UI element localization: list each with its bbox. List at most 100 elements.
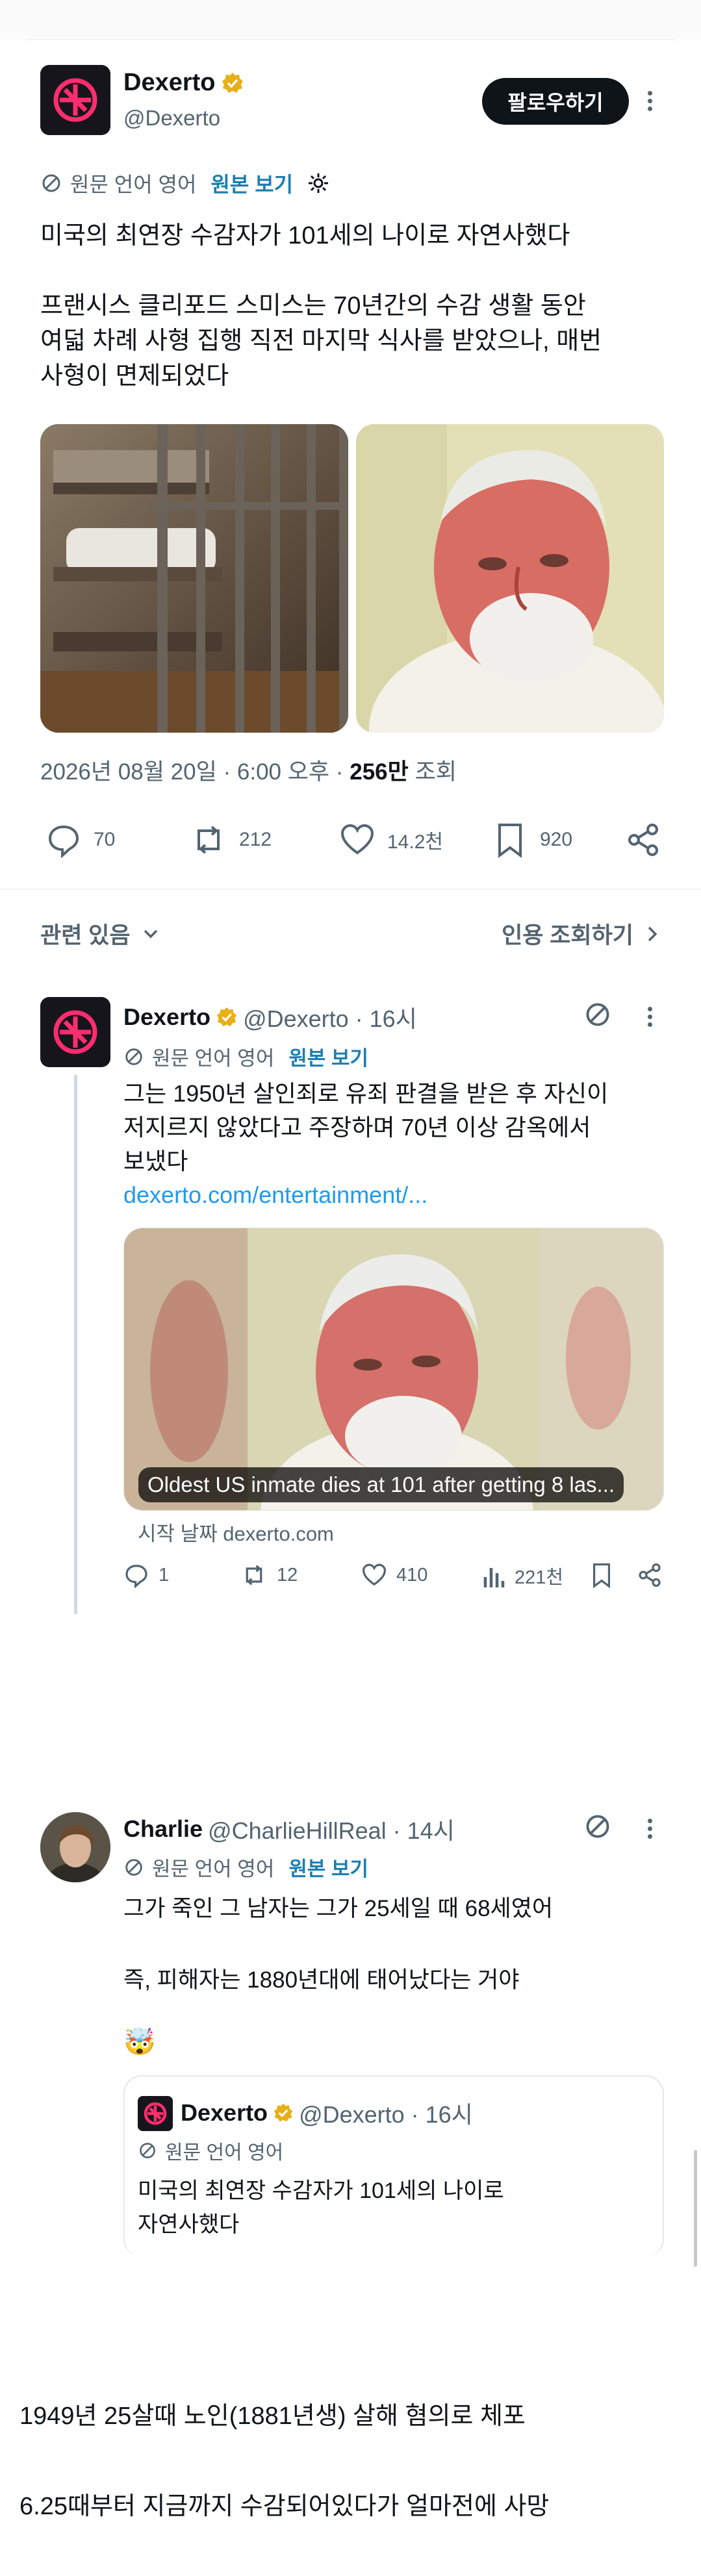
top-strip <box>0 0 701 39</box>
translation-note: 원문 언어 영어 <box>152 1047 275 1070</box>
related-dropdown[interactable]: 관련 있음 <box>40 917 160 950</box>
scrollbar-thumb[interactable] <box>694 2150 697 2267</box>
prison-cell-photo[interactable] <box>40 424 348 733</box>
retweet-count: 12 <box>277 1564 298 1585</box>
tweet-timestamp[interactable]: 2026년 08월 20일 · 6:00 오후 <box>40 759 329 785</box>
author-name[interactable]: Dexerto <box>123 69 216 97</box>
retweet-icon <box>198 826 220 854</box>
retweet-count: 212 <box>239 829 272 850</box>
dexerto-logo-icon <box>40 65 110 135</box>
quoted-handle-time: @Dexerto · 16시 <box>299 2101 473 2128</box>
show-original-link[interactable]: 원본 보기 <box>288 1852 368 1882</box>
quoted-tweet-card[interactable]: Dexerto @Dexerto · 16시 원문 언어 영어 미국의 최연장 … <box>123 2075 664 2257</box>
link-card-source[interactable]: 시작 날짜 dexerto.com <box>138 1517 334 1547</box>
retweet-button[interactable]: 212 <box>190 822 272 858</box>
translate-icon <box>125 1048 142 1065</box>
thread-line <box>74 1075 77 1614</box>
like-button[interactable]: 14.2천 <box>339 822 443 858</box>
inmate-portrait-image <box>356 424 664 733</box>
reply1-header: Dexerto @Dexerto · 16시 <box>123 1000 417 1034</box>
author-handle[interactable]: @Dexerto <box>123 106 220 131</box>
tweet-text-line: 여덟 차례 사형 집행 직전 마지막 식사를 받았으나, 매번 <box>40 327 602 355</box>
inmate-portrait-photo[interactable] <box>356 424 664 733</box>
reply2-text-line: 즉, 피해자는 1880년대에 태어났다는 거야 <box>123 1967 520 1993</box>
verified-badge-icon <box>216 1007 237 1027</box>
reply1-text: 그는 1950년 살인죄로 유죄 판결을 받은 후 자신이 저지르지 않았다고 … <box>123 1077 669 1212</box>
more-options-icon[interactable] <box>640 88 659 114</box>
quoted-author: Dexerto <box>181 2099 268 2126</box>
charlie-avatar-image <box>40 1812 110 1882</box>
dexerto-avatar[interactable] <box>40 65 110 135</box>
tweet-text: 미국의 최연장 수감자가 101세의 나이로 자연사했다 프랜시스 클리포드 스… <box>40 218 664 394</box>
like-button[interactable]: 410 <box>361 1562 427 1588</box>
quoted-header: Dexerto @Dexerto · 16시 <box>181 2096 473 2130</box>
dexerto-logo-icon <box>40 997 110 1067</box>
timestamp-line: 2026년 08월 20일 · 6:00 오후 · 256만 조회 <box>40 759 457 785</box>
views-label: 조회 <box>414 759 457 785</box>
quoted-text-line: 자연사했다 <box>138 2212 240 2237</box>
heart-icon <box>340 824 374 855</box>
reply-count: 70 <box>94 829 116 850</box>
retweet-icon <box>246 1565 262 1585</box>
translation-bar: 원문 언어 영어 원본 보기 <box>40 170 331 196</box>
translate-icon <box>42 174 60 192</box>
views-count: 221천 <box>515 1567 564 1588</box>
heart-icon <box>362 1563 387 1586</box>
share-icon[interactable] <box>637 1562 663 1588</box>
charlie-avatar[interactable] <box>40 1812 110 1882</box>
caption-line: 1949년 25살때 노인(1881년생) 살해 혐의로 체포 <box>19 2403 526 2430</box>
prison-cell-image <box>40 424 348 733</box>
translate-icon <box>140 2143 155 2158</box>
reply1-handle-time[interactable]: @Dexerto · 16시 <box>243 1000 417 1034</box>
caption-line: 6.25때부터 지금까지 수감되어있다가 얼마전에 사망 <box>19 2493 550 2520</box>
grok-icon[interactable] <box>583 1000 612 1029</box>
share-icon <box>628 824 658 856</box>
reply1-article-link[interactable]: dexerto.com/entertainment/... <box>123 1178 669 1212</box>
related-label: 관련 있음 <box>40 923 131 948</box>
reply2-author[interactable]: Charlie <box>123 1815 203 1843</box>
reply1-more-icon[interactable] <box>640 1004 659 1030</box>
translation-note: 원문 언어 영어 <box>70 173 197 196</box>
dexerto-logo-icon <box>138 2096 173 2131</box>
grok-icon[interactable] <box>583 1812 612 1841</box>
view-quotes-link[interactable]: 인용 조회하기 <box>502 917 661 950</box>
reply2-more-icon[interactable] <box>640 1815 659 1842</box>
reply2-translation-bar: 원문 언어 영어 원본 보기 <box>123 1852 368 1882</box>
link-card-caption: Oldest US inmate dies at 101 after getti… <box>138 1467 624 1502</box>
quoted-text: 미국의 최연장 수감자가 101세의 나이로 자연사했다 <box>138 2174 504 2241</box>
share-button[interactable] <box>625 822 661 858</box>
reply1-text-line: 그는 1950년 살인죄로 유죄 판결을 받은 후 자신이 <box>123 1080 609 1107</box>
show-original-link[interactable]: 원본 보기 <box>288 1042 368 1071</box>
reply1-author[interactable]: Dexerto <box>123 1004 210 1031</box>
verified-badge-icon <box>222 72 243 93</box>
views-button[interactable]: 221천 <box>482 1562 563 1589</box>
quoted-avatar <box>138 2096 173 2131</box>
bookmark-icon <box>498 824 522 858</box>
tweet-action-bar: 70 212 14.2천 920 <box>40 822 664 861</box>
reply-button[interactable]: 1 <box>123 1562 169 1588</box>
reply-icon <box>48 825 79 858</box>
translation-note: 원문 언어 영어 <box>152 1858 275 1880</box>
view-quotes-label: 인용 조회하기 <box>502 923 633 948</box>
translation-note: 원문 언어 영어 <box>165 2142 284 2164</box>
link-preview-card[interactable]: Oldest US inmate dies at 101 after getti… <box>123 1228 664 1511</box>
reply-button[interactable]: 70 <box>45 822 115 858</box>
show-original-link[interactable]: 원본 보기 <box>210 168 293 198</box>
tweet-text-line: 프랜시스 클리포드 스미스는 70년간의 수감 생활 동안 <box>40 292 586 320</box>
top-divider <box>26 39 676 40</box>
author-line: Dexerto <box>123 69 244 97</box>
bookmark-icon[interactable] <box>589 1562 615 1588</box>
follow-button[interactable]: 팔로우하기 <box>482 78 629 125</box>
retweet-button[interactable]: 12 <box>240 1562 298 1588</box>
bookmark-button[interactable]: 920 <box>492 822 572 858</box>
verified-badge-icon <box>274 2103 293 2122</box>
settings-gear-icon[interactable] <box>306 171 331 196</box>
like-count: 14.2천 <box>387 831 443 853</box>
analytics-icon <box>483 1568 505 1587</box>
reply2-emoji: 🤯 <box>123 2028 156 2056</box>
reply2-header: Charlie @CharlieHillReal · 14시 <box>123 1812 455 1846</box>
reply2-handle-time[interactable]: @CharlieHillReal · 14시 <box>208 1812 455 1846</box>
reply1-avatar[interactable] <box>40 997 110 1067</box>
chevron-right-icon <box>648 926 657 941</box>
